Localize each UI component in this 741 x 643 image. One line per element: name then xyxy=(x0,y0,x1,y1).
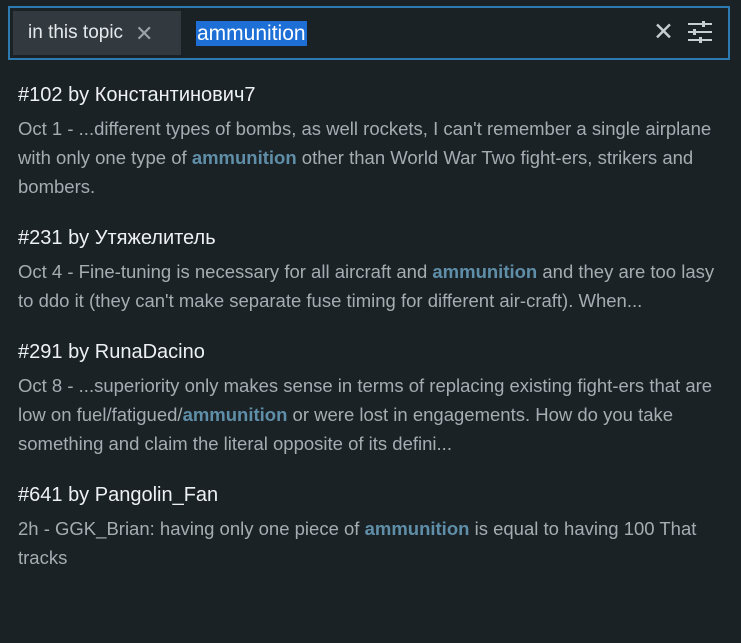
search-query-text[interactable]: ammunition xyxy=(196,21,307,46)
excerpt-before: Fine-tuning is necessary for all aircraf… xyxy=(78,261,433,282)
filter-options-icon[interactable] xyxy=(688,21,712,43)
post-number: #641 xyxy=(18,484,63,506)
by-label: by xyxy=(68,484,90,506)
by-label: by xyxy=(68,84,90,106)
search-input[interactable]: ammunition xyxy=(196,21,307,46)
post-author: Константинович7 xyxy=(94,84,256,106)
search-result-item[interactable]: #291 by RunaDacino Oct 8 - ...superiorit… xyxy=(18,337,730,458)
separator: - xyxy=(62,118,79,139)
highlighted-term: ammunition xyxy=(364,518,470,539)
excerpt-before: GGK_Brian: having only one piece of xyxy=(55,518,365,539)
separator: - xyxy=(62,261,79,282)
post-date: Oct 8 xyxy=(18,375,63,396)
post-author: RunaDacino xyxy=(94,341,205,363)
result-excerpt: 2h - GGK_Brian: having only one piece of… xyxy=(18,514,730,572)
remove-context-icon[interactable]: ✕ xyxy=(135,23,153,45)
result-title[interactable]: #102 by Константинович7 xyxy=(18,80,730,110)
search-results-list: #102 by Константинович7 Oct 1 - ...diffe… xyxy=(18,80,730,594)
search-context-chip[interactable]: in this topic ✕ xyxy=(13,11,181,55)
post-date: Oct 4 xyxy=(18,261,63,282)
highlighted-term: ammunition xyxy=(191,147,297,168)
result-title[interactable]: #641 by Pangolin_Fan xyxy=(18,480,730,510)
search-result-item[interactable]: #641 by Pangolin_Fan 2h - GGK_Brian: hav… xyxy=(18,480,730,572)
result-excerpt: Oct 4 - Fine-tuning is necessary for all… xyxy=(18,257,730,315)
highlighted-term: ammunition xyxy=(182,404,288,425)
clear-search-icon[interactable]: ✕ xyxy=(653,20,674,45)
post-author: Утяжелитель xyxy=(94,227,216,249)
post-number: #231 xyxy=(18,227,63,249)
by-label: by xyxy=(68,227,90,249)
post-number: #102 xyxy=(18,84,63,106)
by-label: by xyxy=(68,341,90,363)
highlighted-term: ammunition xyxy=(432,261,538,282)
separator: - xyxy=(62,375,79,396)
search-context-label: in this topic xyxy=(28,22,124,43)
result-excerpt: Oct 1 - ...different types of bombs, as … xyxy=(18,114,730,201)
search-bar: in this topic ✕ ammunition ✕ xyxy=(8,6,730,60)
separator: - xyxy=(38,518,56,539)
post-number: #291 xyxy=(18,341,63,363)
result-excerpt: Oct 8 - ...superiority only makes sense … xyxy=(18,371,730,458)
search-result-item[interactable]: #102 by Константинович7 Oct 1 - ...diffe… xyxy=(18,80,730,201)
result-title[interactable]: #291 by RunaDacino xyxy=(18,337,730,367)
search-result-item[interactable]: #231 by Утяжелитель Oct 4 - Fine-tuning … xyxy=(18,223,730,315)
result-title[interactable]: #231 by Утяжелитель xyxy=(18,223,730,253)
post-date: Oct 1 xyxy=(18,118,63,139)
post-date: 2h xyxy=(18,518,39,539)
post-author: Pangolin_Fan xyxy=(94,484,219,506)
